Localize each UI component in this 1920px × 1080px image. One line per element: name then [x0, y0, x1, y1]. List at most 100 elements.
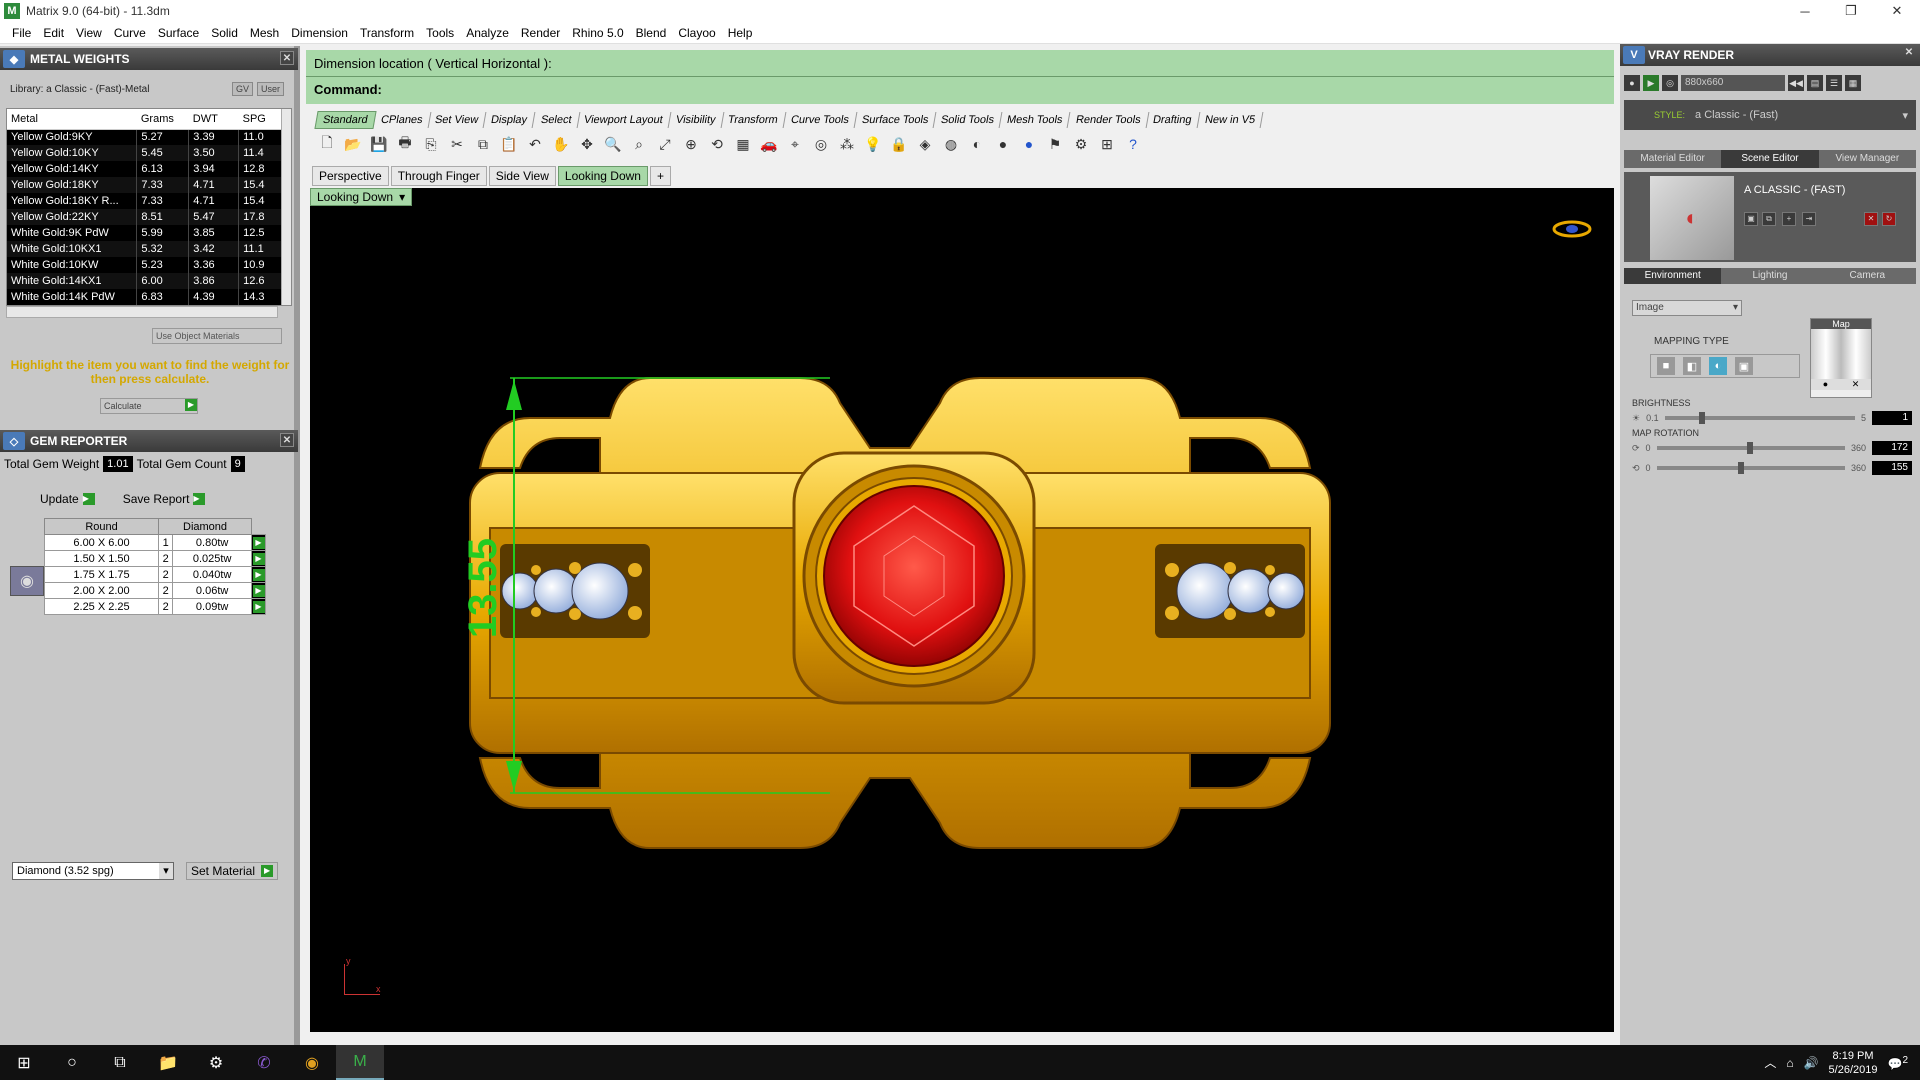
volume-icon[interactable]: 🔊	[1804, 1056, 1819, 1070]
rotation-h-value[interactable]: 172	[1872, 441, 1912, 455]
shaded-sphere-icon[interactable]: ◐	[966, 133, 988, 155]
menu-transform[interactable]: Transform	[354, 26, 420, 40]
menu-render[interactable]: Render	[515, 26, 566, 40]
tab-looking-down[interactable]: Looking Down	[557, 166, 648, 186]
network-icon[interactable]: ⌂	[1786, 1056, 1793, 1070]
gem-row[interactable]: 1.50 X 1.50 2 0.025tw ▶	[43, 550, 266, 567]
rotation-v-slider-knob[interactable]	[1737, 462, 1744, 474]
settings-gear-icon[interactable]: ⚙	[1070, 133, 1092, 155]
menu-curve[interactable]: Curve	[108, 26, 152, 40]
new-file-icon[interactable]: 🗋	[316, 133, 338, 155]
menu-clayoo[interactable]: Clayoo	[672, 26, 721, 40]
pan-hand-icon[interactable]: ✋	[550, 133, 572, 155]
zoom-in-icon[interactable]: 🔍	[602, 133, 624, 155]
mapping-screen-icon[interactable]: ▣	[1735, 357, 1753, 375]
save-report-button[interactable]: Save Report ▶	[123, 492, 206, 506]
tab-through-finger[interactable]: Through Finger	[390, 166, 487, 186]
menu-mesh[interactable]: Mesh	[244, 26, 285, 40]
menu-analyze[interactable]: Analyze	[460, 26, 515, 40]
command-input[interactable]: Command:	[306, 76, 1614, 102]
environment-type-select[interactable]: Image ▾	[1632, 300, 1742, 316]
search-icon[interactable]: ○	[48, 1045, 96, 1080]
tab-lighting[interactable]: Lighting	[1721, 268, 1818, 284]
menu-blend[interactable]: Blend	[630, 26, 673, 40]
metal-weights-close-icon[interactable]: ✕	[280, 51, 294, 65]
update-button[interactable]: Update ▶	[40, 492, 95, 506]
metal-row[interactable]: Yellow Gold:14KY 6.13 3.94 12.8	[7, 161, 285, 177]
gem-row-go-icon[interactable]: ▶	[251, 534, 266, 551]
gem-row[interactable]: 2.25 X 2.25 2 0.09tw ▶	[43, 598, 266, 615]
scene-delete-icon[interactable]: ✕	[1864, 212, 1878, 226]
clock[interactable]: 8:19 PM 5/26/2019	[1829, 1049, 1878, 1077]
style-row[interactable]: STYLE: a Classic - (Fast) ▾	[1624, 100, 1916, 130]
metal-row[interactable]: Yellow Gold:18KY 7.33 4.71 15.4	[7, 177, 285, 193]
scene-save-icon[interactable]: ▣	[1744, 212, 1758, 226]
gem-row-go-icon[interactable]: ▶	[251, 550, 266, 567]
use-object-materials-button[interactable]: Use Object Materials	[152, 328, 282, 344]
gem-row-go-icon[interactable]: ▶	[251, 598, 266, 615]
grid-icon[interactable]: ▦	[732, 133, 754, 155]
tab-mesh-tools[interactable]: Mesh Tools	[999, 112, 1072, 128]
tab-view-manager[interactable]: View Manager	[1819, 150, 1916, 168]
matrix-app-icon[interactable]: M	[336, 1045, 384, 1080]
col-grams[interactable]: Grams	[136, 109, 189, 130]
map-thumbnail[interactable]: Map ● ✕	[1810, 318, 1872, 398]
print-icon[interactable]: 🖶	[394, 133, 416, 155]
tab-scene-editor[interactable]: Scene Editor	[1721, 150, 1819, 168]
tab-side-view[interactable]: Side View	[488, 166, 556, 186]
map-edit-icon[interactable]: ●	[1823, 379, 1828, 390]
gem-row-go-icon[interactable]: ▶	[251, 566, 266, 583]
viewport-name-dropdown[interactable]: Looking Down ▾	[310, 188, 413, 206]
tab-select[interactable]: Select	[533, 112, 580, 128]
tab-material-editor[interactable]: Material Editor	[1624, 150, 1721, 168]
tab-perspective[interactable]: Perspective	[312, 166, 389, 186]
round-gem-icon[interactable]: ◉	[10, 566, 44, 596]
zoom-selected-icon[interactable]: ⊕	[680, 133, 702, 155]
menu-help[interactable]: Help	[722, 26, 759, 40]
menu-edit[interactable]: Edit	[37, 26, 70, 40]
navigation-ring-icon[interactable]	[1552, 220, 1592, 238]
gv-button[interactable]: GV	[231, 82, 253, 96]
update-go-icon[interactable]: ▶	[82, 493, 95, 505]
chevron-down-icon[interactable]: ▾	[1733, 301, 1738, 315]
brightness-value[interactable]: 1	[1872, 411, 1912, 425]
tab-solid-tools[interactable]: Solid Tools	[933, 112, 1003, 128]
metal-row[interactable]: Yellow Gold:22KY 8.51 5.47 17.8	[7, 209, 285, 225]
scene-add-icon[interactable]: +	[1782, 212, 1796, 226]
brightness-slider[interactable]	[1664, 412, 1855, 424]
render-icon[interactable]: ●	[1624, 75, 1640, 91]
tab-set-view[interactable]: Set View	[427, 112, 487, 128]
color-wheel-icon[interactable]: ◍	[940, 133, 962, 155]
user-button[interactable]: User	[256, 82, 284, 96]
metal-row[interactable]: Yellow Gold:9KY 5.27 3.39 11.0	[7, 129, 285, 145]
gem-row-go-icon[interactable]: ▶	[251, 582, 266, 599]
light-bulb-icon[interactable]: 💡	[862, 133, 884, 155]
menu-file[interactable]: File	[6, 26, 37, 40]
save-icon[interactable]: 💾	[368, 133, 390, 155]
chevron-down-icon[interactable]: ▾	[399, 190, 405, 204]
add-viewport-tab-icon[interactable]: +	[649, 166, 671, 186]
rotation-v-slider[interactable]	[1656, 462, 1845, 474]
frame-buffer-icon[interactable]: ▤	[1807, 75, 1823, 91]
menu-solid[interactable]: Solid	[205, 26, 244, 40]
flag-icon[interactable]: ⚑	[1044, 133, 1066, 155]
brightness-slider-knob[interactable]	[1698, 412, 1705, 424]
zoom-window-icon[interactable]: ⌕	[628, 133, 650, 155]
metal-row[interactable]: White Gold:9K PdW 5.99 3.85 12.5	[7, 225, 285, 241]
minimize-button[interactable]: ─	[1782, 0, 1828, 22]
set-material-go-icon[interactable]: ▶	[261, 865, 274, 877]
tab-standard[interactable]: Standard	[314, 111, 377, 129]
gem-row[interactable]: 2.00 X 2.00 2 0.06tw ▶	[43, 582, 266, 599]
osnap-icon[interactable]: ◎	[810, 133, 832, 155]
menu-surface[interactable]: Surface	[152, 26, 205, 40]
zoom-extents-icon[interactable]: ⤢	[654, 133, 676, 155]
gem-reporter-close-icon[interactable]: ✕	[280, 433, 294, 447]
open-folder-icon[interactable]: 📂	[342, 133, 364, 155]
tab-new-in-v5[interactable]: New in V5	[1197, 112, 1264, 128]
metal-row[interactable]: Yellow Gold:18KY R... 7.33 4.71 15.4	[7, 193, 285, 209]
restore-button[interactable]: ❐	[1828, 0, 1874, 22]
show-hidden-icon[interactable]: ︿	[1764, 1054, 1776, 1071]
save-report-go-icon[interactable]: ▶	[193, 493, 206, 505]
metal-row[interactable]: White Gold:10KX1 5.32 3.42 11.1	[7, 241, 285, 257]
undo-icon[interactable]: ↶	[524, 133, 546, 155]
